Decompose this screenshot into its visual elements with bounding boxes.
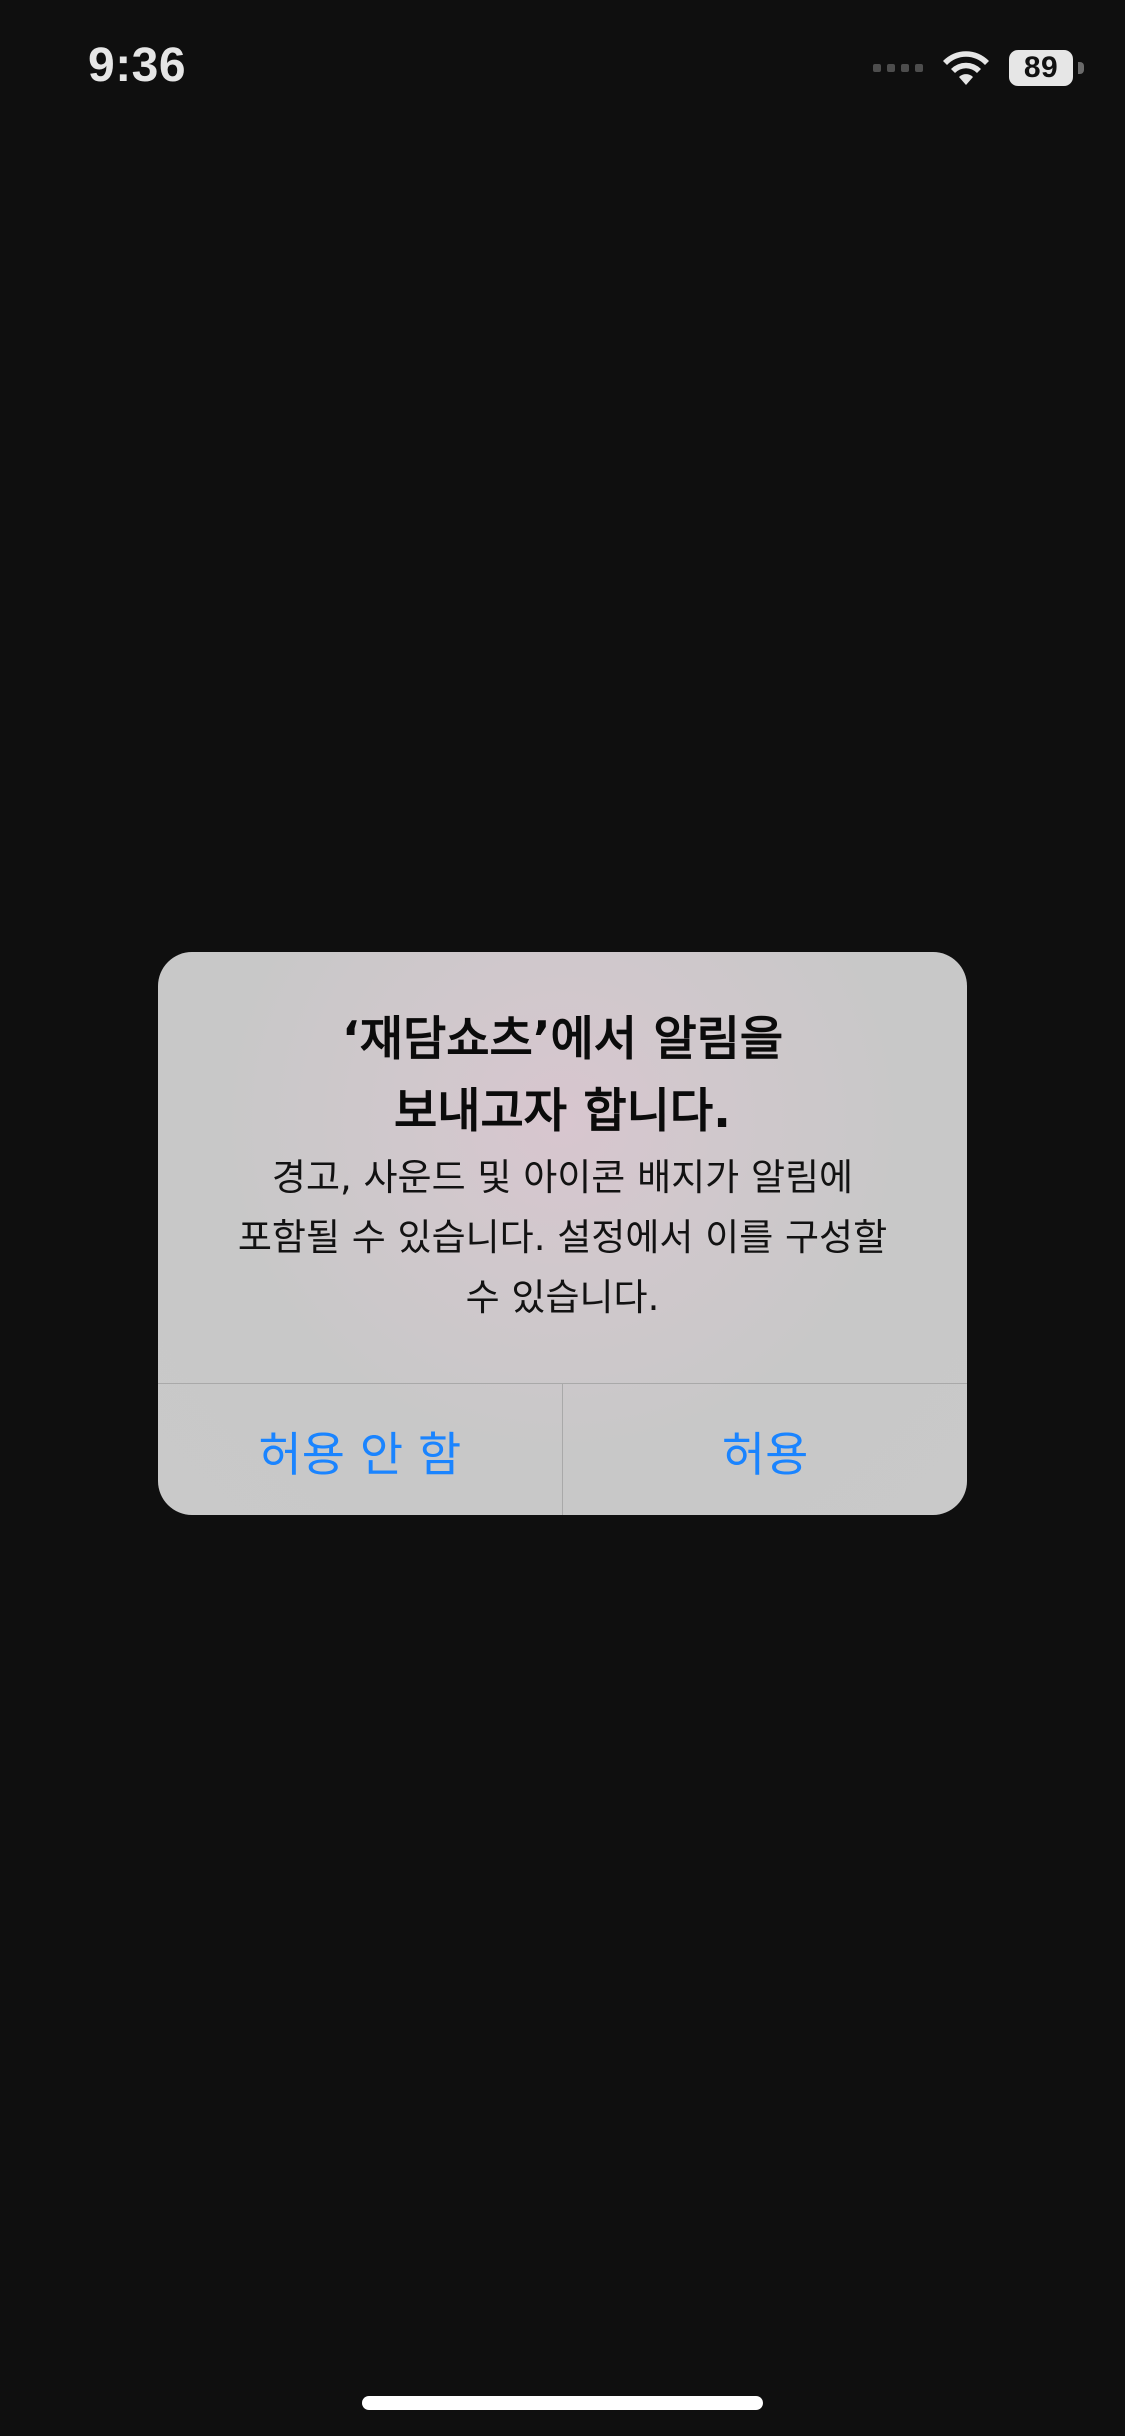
deny-button[interactable]: 허용 안 함 <box>158 1384 562 1515</box>
home-indicator[interactable] <box>362 2396 763 2410</box>
alert-title: ‘재담쇼츠’에서 알림을 보내고자 합니다. <box>341 1012 784 1139</box>
wifi-icon <box>943 51 989 85</box>
notification-permission-alert: ‘재담쇼츠’에서 알림을 보내고자 합니다. 경고, 사운드 및 아이콘 배지가… <box>158 952 967 1515</box>
battery-icon: 89 <box>1009 50 1084 86</box>
alert-actions: 허용 안 함 허용 <box>158 1383 967 1515</box>
status-icons: 89 <box>873 48 1084 88</box>
alert-message: 경고, 사운드 및 아이콘 배지가 알림에 포함될 수 있습니다. 설정에서 이… <box>237 1156 888 1319</box>
battery-cap <box>1078 62 1084 74</box>
allow-button[interactable]: 허용 <box>563 1384 967 1515</box>
status-time: 9:36 <box>88 39 187 92</box>
battery-level: 89 <box>1023 51 1059 84</box>
signal-dots-icon <box>873 48 923 88</box>
alert-body: ‘재담쇼츠’에서 알림을 보내고자 합니다. 경고, 사운드 및 아이콘 배지가… <box>158 952 967 1383</box>
battery-body: 89 <box>1009 50 1073 86</box>
status-bar: 9:36 89 <box>0 0 1125 140</box>
